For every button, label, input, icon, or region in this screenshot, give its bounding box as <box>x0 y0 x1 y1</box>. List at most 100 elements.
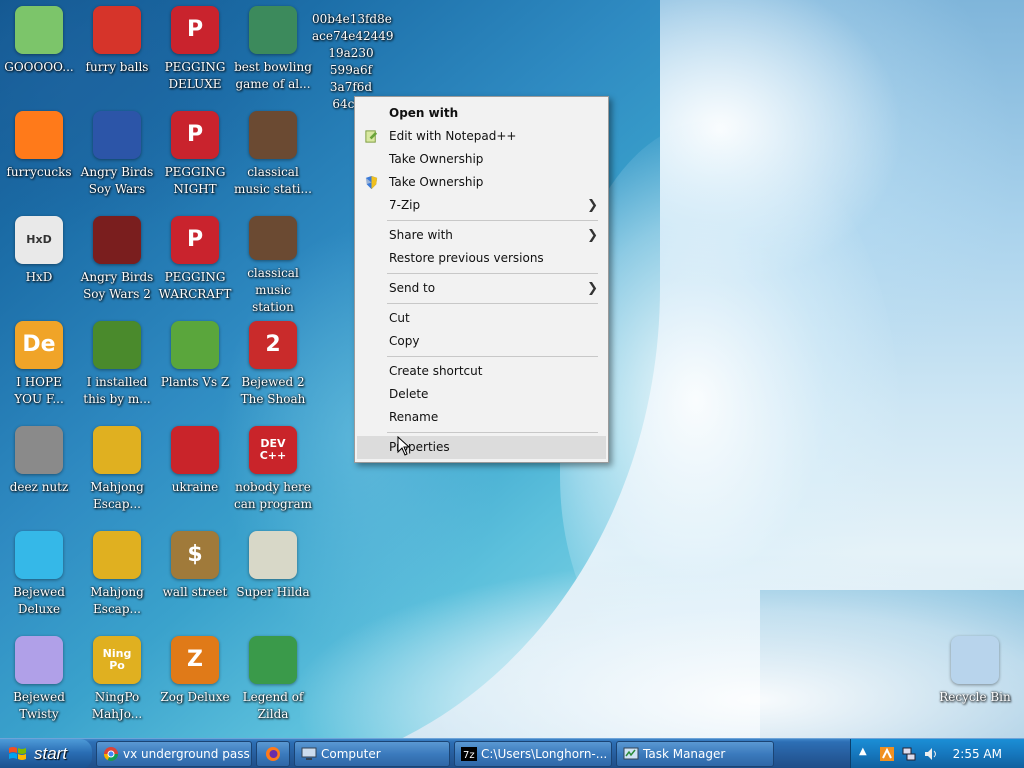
desktop-icon-label: nobody here can program <box>234 480 313 511</box>
app-icon: P <box>171 6 219 54</box>
app-icon: DEV C++ <box>249 426 297 474</box>
taskbar-button-computer[interactable]: Computer <box>294 741 450 767</box>
menu-item-create-shortcut[interactable]: Create shortcut <box>355 360 608 383</box>
chevron-right-icon: ❯ <box>587 228 598 243</box>
menu-item-copy[interactable]: Copy <box>355 330 608 353</box>
desktop-icon[interactable]: Bejewed Deluxe <box>0 531 78 631</box>
desktop-icon-label: Angry Birds Soy Wars 2 <box>80 270 154 301</box>
desktop-icon[interactable]: Legend of Zilda <box>234 636 312 736</box>
desktop-icon[interactable]: Z Zog Deluxe <box>156 636 234 736</box>
desktop-icon[interactable]: Bejewed Twisty <box>0 636 78 736</box>
app-icon <box>249 6 297 54</box>
app-icon <box>171 321 219 369</box>
desktop-icon[interactable]: deez nutz <box>0 426 78 526</box>
app-icon: De <box>15 321 63 369</box>
desktop-icon[interactable]: furry balls <box>78 6 156 106</box>
menu-item-edit-notepadpp[interactable]: Edit with Notepad++ <box>355 125 608 148</box>
desktop-icon[interactable]: Mahjong Escap... <box>78 531 156 631</box>
app-icon: HxD <box>15 216 63 264</box>
desktop-icon[interactable]: classical music station <box>234 216 312 316</box>
menu-separator <box>387 432 598 433</box>
desktop-icon[interactable]: Angry Birds Soy Wars 2 <box>78 216 156 316</box>
desktop-icon[interactable]: I installed this by m... <box>78 321 156 421</box>
desktop-icon-label: Legend of Zilda <box>242 690 304 721</box>
app-icon: Z <box>171 636 219 684</box>
desktop-icon-label: best bowling game of al... <box>234 60 312 91</box>
app-icon <box>951 636 999 684</box>
menu-item-take-ownership[interactable]: Take Ownership <box>355 148 608 171</box>
taskbar: start vx underground pass... Computer 7z… <box>0 738 1024 768</box>
desktop-icon-label: Bejewed Deluxe <box>13 585 65 616</box>
desktop-icon[interactable]: De I HOPE YOU F... <box>0 321 78 421</box>
desktop-icon[interactable]: P PEGGING WARCRAFT <box>156 216 234 316</box>
context-menu: Open with Edit with Notepad++ Take Owner… <box>354 96 609 463</box>
desktop-icon[interactable]: $ wall street <box>156 531 234 631</box>
desktop-icon[interactable]: GOOOOO... <box>0 6 78 106</box>
system-tray: ▲ 2:55 AM <box>850 739 1024 768</box>
show-hidden-icons-icon[interactable]: ▲ <box>859 746 875 762</box>
svg-text:7z: 7z <box>463 750 475 761</box>
app-icon <box>171 426 219 474</box>
desktop-icon[interactable]: 2 Bejewed 2 The Shoah <box>234 321 312 421</box>
desktop-icon-label: Super Hilda <box>236 585 310 599</box>
menu-item-take-ownership-admin[interactable]: Take Ownership <box>355 171 608 194</box>
taskbar-button-7zip[interactable]: 7z C:\Users\Longhorn-... <box>454 741 612 767</box>
desktop-icon-label: Bejewed Twisty <box>13 690 65 721</box>
desktop-icon-label: PEGGING NIGHT <box>164 165 226 196</box>
desktop-icon-label: I installed this by m... <box>83 375 151 406</box>
desktop-icon[interactable]: ukraine <box>156 426 234 526</box>
desktop-icon[interactable]: furrycucks <box>0 111 78 211</box>
menu-item-send-to[interactable]: Send to ❯ <box>355 277 608 300</box>
taskbar-button-firefox[interactable] <box>256 741 290 767</box>
menu-item-cut[interactable]: Cut <box>355 307 608 330</box>
app-icon <box>249 636 297 684</box>
desktop-icon-label: Recycle Bin <box>939 690 1011 704</box>
desktop-icon[interactable]: Super Hilda <box>234 531 312 631</box>
desktop-icon-label: PEGGING WARCRAFT <box>158 270 232 301</box>
tray-app-icon[interactable] <box>879 746 895 762</box>
desktop-icon[interactable]: Mahjong Escap... <box>78 426 156 526</box>
taskbar-button-chrome[interactable]: vx underground pass... <box>96 741 252 767</box>
chrome-icon <box>104 747 118 761</box>
desktop-icon[interactable]: Angry Birds Soy Wars <box>78 111 156 211</box>
network-icon[interactable] <box>901 746 917 762</box>
clock[interactable]: 2:55 AM <box>953 739 1002 768</box>
desktop-icon[interactable]: HxD HxD <box>0 216 78 316</box>
desktop-icon-label: deez nutz <box>9 480 69 494</box>
taskbar-button-task-manager[interactable]: Task Manager <box>616 741 774 767</box>
volume-icon[interactable] <box>923 746 939 762</box>
app-icon <box>93 321 141 369</box>
computer-icon <box>301 747 317 760</box>
desktop-icon[interactable]: Ning Po NingPo MahJo... <box>78 636 156 736</box>
app-icon: P <box>171 216 219 264</box>
shield-icon <box>365 175 378 190</box>
menu-item-properties[interactable]: Properties <box>357 436 606 459</box>
desktop-icon[interactable]: P PEGGING NIGHT <box>156 111 234 211</box>
menu-item-7zip[interactable]: 7-Zip ❯ <box>355 194 608 217</box>
menu-item-rename[interactable]: Rename <box>355 406 608 429</box>
desktop-icon[interactable]: DEV C++ nobody here can program <box>234 426 312 526</box>
menu-item-delete[interactable]: Delete <box>355 383 608 406</box>
menu-item-open-with[interactable]: Open with <box>355 102 608 125</box>
notepad-plus-icon <box>365 130 378 143</box>
app-icon: $ <box>171 531 219 579</box>
windows-flag-icon <box>9 747 26 760</box>
menu-item-restore-versions[interactable]: Restore previous versions <box>355 247 608 270</box>
desktop-icon-label: Mahjong Escap... <box>90 585 144 616</box>
app-icon <box>15 6 63 54</box>
start-button[interactable]: start <box>0 739 92 768</box>
menu-item-share-with[interactable]: Share with ❯ <box>355 224 608 247</box>
desktop-icon-label: Bejewed 2 The Shoah <box>240 375 306 406</box>
desktop-icon[interactable]: best bowling game of al... <box>234 6 312 106</box>
desktop-icon[interactable]: Recycle Bin <box>936 636 1014 736</box>
app-icon <box>249 111 297 159</box>
desktop-icon[interactable]: classical music stati... <box>234 111 312 211</box>
task-manager-icon <box>623 747 639 760</box>
chevron-right-icon: ❯ <box>587 198 598 213</box>
desktop-icon-label: Zog Deluxe <box>160 690 230 704</box>
app-icon <box>93 216 141 264</box>
desktop-icon[interactable]: Plants Vs Z <box>156 321 234 421</box>
desktop-icon[interactable]: P PEGGING DELUXE <box>156 6 234 106</box>
desktop-icon[interactable]: 00b4e13fd8e ace74e42449 19a230 599a6f 3a… <box>312 6 394 111</box>
wallpaper-foam <box>300 560 1024 738</box>
